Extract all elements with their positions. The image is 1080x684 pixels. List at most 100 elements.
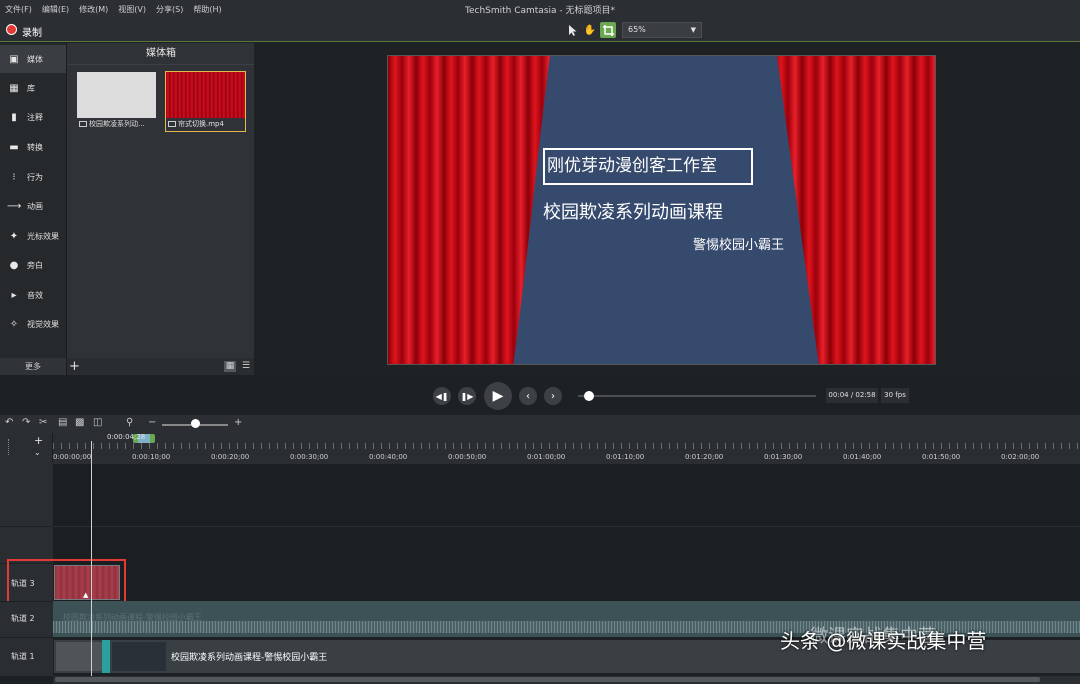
menu-edit[interactable]: 编辑(E) [37, 4, 74, 15]
add-media-icon[interactable]: + [69, 358, 80, 375]
timeline-scroll-thumb[interactable] [55, 677, 1040, 682]
cut-icon[interactable]: ✂ [39, 417, 47, 428]
nav-visual-effects[interactable]: ✧ 视觉效果 [0, 310, 66, 338]
nav-library[interactable]: ▦ 库 [0, 74, 66, 102]
list-view-icon[interactable]: ☰ [240, 361, 252, 372]
track-3[interactable] [53, 563, 1080, 601]
nav-voice-narration[interactable]: ● 旁白 [0, 251, 66, 279]
zoom-in-icon[interactable]: + [234, 417, 242, 428]
zoom-select[interactable]: 65% ▼ [622, 22, 702, 38]
tick-label: 0:01:50;00 [922, 453, 961, 461]
undo-icon[interactable]: ↶ [5, 417, 13, 428]
highlight-box [7, 559, 126, 605]
transition-marker[interactable] [102, 640, 110, 673]
tick-label: 0:01:20;00 [685, 453, 724, 461]
zoom-value: 65% [628, 25, 646, 34]
track-area-empty[interactable] [53, 526, 1080, 563]
media-thumb[interactable]: 校园欺凌系列动... [77, 72, 156, 131]
nav-label: 视觉效果 [27, 319, 59, 329]
nav-annotations[interactable]: ▮ 注释 [0, 103, 66, 131]
nav-label: 库 [27, 83, 35, 93]
menu-bar: 文件(F) 编辑(E) 修改(M) 视图(V) 分享(S) 帮助(H) [0, 0, 1080, 18]
select-tool-icon[interactable] [564, 22, 580, 38]
menu-view[interactable]: 视图(V) [113, 4, 151, 15]
menu-modify[interactable]: 修改(M) [74, 4, 113, 15]
tick-label: 0:01:30;00 [764, 453, 803, 461]
tick-label: 0:00:00;00 [53, 453, 92, 461]
crop-tool-icon[interactable] [600, 22, 616, 38]
tick-label: 0:00:10;00 [132, 453, 171, 461]
menu-file[interactable]: 文件(F) [0, 4, 37, 15]
scrub-knob[interactable] [584, 391, 594, 401]
grid-view-icon[interactable]: ▦ [224, 361, 236, 372]
cursor-icon: ✦ [9, 230, 19, 242]
tick-label: 0:00:20;00 [211, 453, 250, 461]
track-size-icon[interactable] [8, 439, 14, 455]
nav-label: 媒体 [27, 54, 43, 64]
split-icon[interactable]: ◫ [93, 417, 102, 428]
record-icon[interactable] [6, 24, 17, 35]
nav-label: 光标效果 [27, 231, 59, 241]
step-forward-icon[interactable]: ❚▶ [458, 387, 476, 405]
nav-animations[interactable]: ⟶ 动画 [0, 192, 66, 220]
media-name: 校园欺凌系列动... [89, 120, 145, 128]
timeline-ruler[interactable]: 0:00:04;28 0:00:00;00 0:00:10;00 0:00:20… [53, 433, 1080, 463]
nav-media[interactable]: ▣ 媒体 [0, 45, 66, 73]
media-bin-footer: + ▦ ☰ [67, 358, 255, 375]
more-button[interactable]: 更多 [0, 358, 66, 375]
right-curtain [777, 56, 935, 364]
nav-behaviors[interactable]: ⁝ 行为 [0, 163, 66, 191]
previous-icon[interactable]: ‹ [519, 387, 537, 405]
menu-share[interactable]: 分享(S) [151, 4, 188, 15]
timeline-zoom-knob[interactable] [191, 419, 200, 428]
microphone-icon: ● [9, 259, 19, 271]
chevron-down-icon: ▼ [690, 26, 696, 34]
step-back-icon[interactable]: ◀❚ [433, 387, 451, 405]
add-track-icon[interactable]: + [34, 434, 43, 447]
record-button[interactable]: 录制 [22, 24, 42, 39]
nav-transitions[interactable]: ▬ 转换 [0, 133, 66, 161]
animation-icon: ⟶ [7, 200, 22, 212]
media-name: 帘式切换.mp4 [178, 120, 224, 128]
copy-icon[interactable]: ▤ [58, 417, 67, 428]
playhead-time: 0:00:04;28 [107, 433, 146, 441]
tick-label: 0:01:10;00 [606, 453, 645, 461]
playback-bar: ◀❚ ❚▶ ▶ ‹ › 00:04 / 02:58 30 fps [0, 375, 1080, 415]
thumbnail-image [166, 72, 245, 118]
video-icon [168, 121, 176, 127]
chevron-down-icon[interactable]: ⌄ [34, 448, 41, 457]
next-icon[interactable]: › [544, 387, 562, 405]
timeline-track-controls: + ⌄ [0, 433, 53, 463]
library-icon: ▦ [9, 82, 19, 94]
track-header-2[interactable]: 轨道 2 [0, 601, 53, 637]
nav-label: 动画 [27, 201, 43, 211]
track-name: 轨道 2 [11, 614, 35, 623]
zoom-search-icon[interactable]: ⚲ [126, 417, 133, 428]
menu-help[interactable]: 帮助(H) [188, 4, 226, 15]
tick-label: 0:00:30;00 [290, 453, 329, 461]
track-area-empty[interactable] [53, 463, 1080, 526]
canvas-area: 刚优芽动漫创客工作室 校园欺凌系列动画课程 警惕校园小霸王 [254, 43, 1080, 375]
track-header-1[interactable]: 轨道 1 [0, 637, 53, 676]
preview-tagline: 警惕校园小霸王 [693, 238, 785, 253]
scrub-bar[interactable] [578, 395, 816, 397]
nav-label: 转换 [27, 142, 43, 152]
video-preview[interactable]: 刚优芽动漫创客工作室 校园欺凌系列动画课程 警惕校园小霸王 [387, 55, 936, 365]
nav-audio-effects[interactable]: ▸ 音效 [0, 281, 66, 309]
timeline-toolbar: ↶ ↷ ✂ ▤ ▩ ◫ ⚲ − + [0, 415, 1080, 433]
hand-tool-icon[interactable]: ✋ [582, 22, 598, 38]
zoom-out-icon[interactable]: − [148, 417, 156, 428]
play-icon[interactable]: ▶ [484, 382, 512, 410]
track-header-empty [0, 463, 53, 526]
media-thumb-selected[interactable]: 帘式切换.mp4 [165, 71, 246, 132]
magic-wand-icon: ✧ [9, 318, 19, 330]
behavior-icon: ⁝ [12, 171, 16, 183]
playhead-line [91, 441, 92, 676]
preview-title-box: 刚优芽动漫创客工作室 [543, 148, 753, 185]
nav-cursor-effects[interactable]: ✦ 光标效果 [0, 222, 66, 250]
tick-label: 0:01:00;00 [527, 453, 566, 461]
track-2-clip-label: 校园欺凌系列动画课程-警惕校园小霸王 [63, 613, 202, 622]
media-bin-title: 媒体箱 [67, 43, 255, 65]
paste-icon[interactable]: ▩ [75, 417, 84, 428]
redo-icon[interactable]: ↷ [22, 417, 30, 428]
